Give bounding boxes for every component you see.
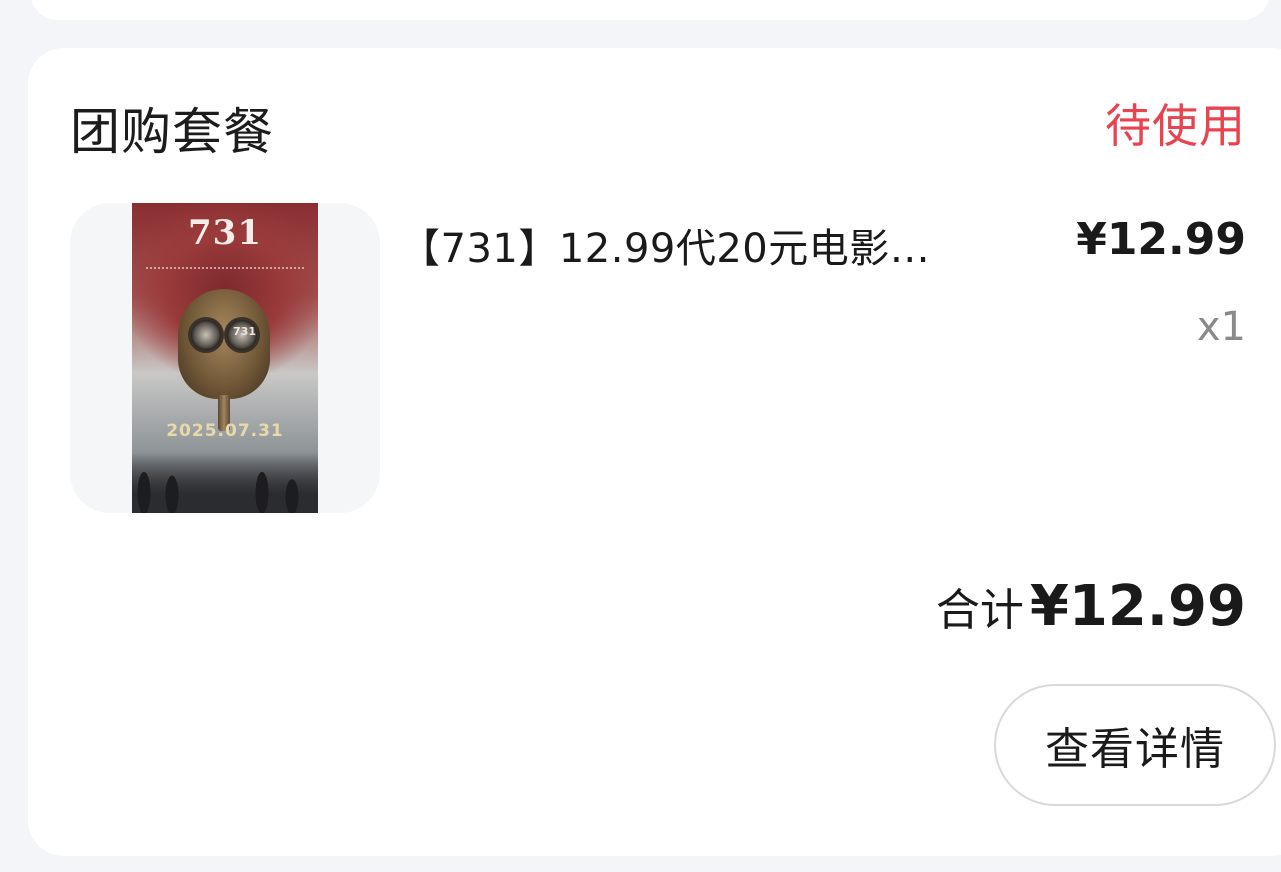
view-details-button[interactable]: 查看详情 [994,684,1276,806]
quantity: x1 [1196,304,1246,350]
poster-credits [146,267,304,273]
previous-card [30,0,1270,20]
mask-lens-left [188,317,224,353]
poster-date: 2025.07.31 [166,421,284,441]
total-value: ¥12.99 [1029,574,1246,639]
order-card: 团购套餐 待使用 731 731 2025.07.31 【731】12.99代2… [28,48,1281,856]
product-name[interactable]: 【731】12.99代20元电影… [400,216,1000,274]
soldiers-silhouette [132,453,318,513]
movie-poster-image: 731 731 2025.07.31 [132,203,318,513]
product-thumbnail[interactable]: 731 731 2025.07.31 [70,203,380,513]
poster-title: 731 [188,213,262,253]
order-status: 待使用 [1105,99,1246,153]
total-row: 合计 ¥12.99 [936,574,1246,639]
unit-price: ¥12.99 [1076,214,1246,265]
gas-mask-image: 731 [178,289,270,399]
card-title: 团购套餐 [70,103,274,161]
total-label: 合计 [935,585,1024,636]
mask-lens-text: 731 [233,325,256,338]
